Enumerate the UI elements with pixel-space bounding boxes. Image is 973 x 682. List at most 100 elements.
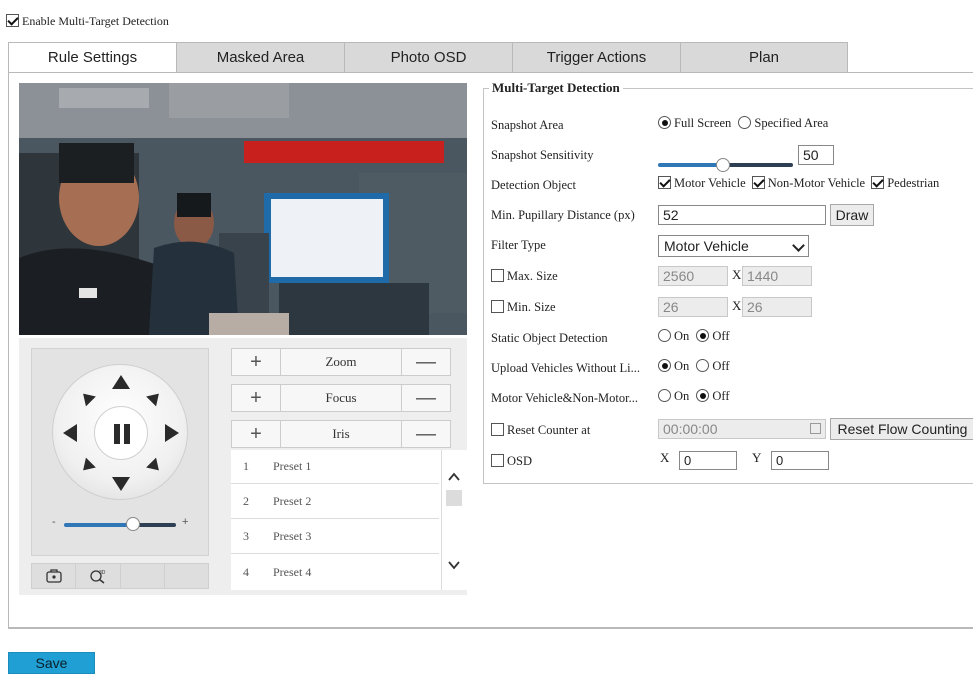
tab-masked-area[interactable]: Masked Area bbox=[176, 42, 344, 73]
specified-area-radio[interactable] bbox=[738, 116, 752, 129]
speed-track[interactable] bbox=[64, 523, 176, 527]
motor-nonmotor-on-label: On bbox=[674, 389, 690, 403]
list-item[interactable]: 3 Preset 3 bbox=[231, 520, 439, 554]
ptz-control-panel: - + 3D + Zoom — + Focus — + Iris — 1 Pre… bbox=[19, 338, 467, 595]
motor-vehicle-checkbox[interactable] bbox=[658, 176, 671, 189]
arrow-right-icon[interactable] bbox=[165, 424, 179, 442]
detection-object-options: Motor Vehicle Non-Motor Vehicle Pedestri… bbox=[658, 176, 939, 191]
detection-object-label: Detection Object bbox=[491, 178, 577, 192]
list-item[interactable]: 4 Preset 4 bbox=[231, 555, 439, 589]
arrow-up-left-icon[interactable] bbox=[78, 388, 96, 407]
upload-vehicles-on-radio[interactable] bbox=[658, 359, 671, 372]
min-size-height-field[interactable]: 26 bbox=[742, 297, 812, 317]
preset-name: Preset 3 bbox=[273, 529, 312, 543]
tab-photo-osd[interactable]: Photo OSD bbox=[344, 42, 512, 73]
ptz-speed-slider[interactable]: - + bbox=[52, 514, 202, 534]
filter-type-select[interactable]: Motor Vehicle bbox=[658, 235, 809, 257]
full-screen-radio[interactable] bbox=[658, 116, 671, 129]
motor-nonmotor-on-radio[interactable] bbox=[658, 389, 671, 402]
camera-lock-icon bbox=[45, 569, 62, 583]
osd-x-field[interactable]: 0 bbox=[679, 451, 737, 470]
max-size-row: Max. Size bbox=[491, 269, 558, 284]
max-size-width-field[interactable]: 2560 bbox=[658, 266, 728, 286]
enable-multi-target-row[interactable]: Enable Multi-Target Detection bbox=[6, 14, 169, 29]
max-size-checkbox[interactable] bbox=[491, 269, 504, 282]
pedestrian-label: Pedestrian bbox=[887, 176, 940, 190]
static-object-off-label: Off bbox=[712, 329, 730, 343]
ptz-tool-empty-2[interactable] bbox=[163, 563, 209, 589]
preset-name: Preset 2 bbox=[273, 494, 312, 508]
sensitivity-value-field[interactable]: 50 bbox=[798, 145, 834, 165]
osd-y-field[interactable]: 0 bbox=[771, 451, 829, 470]
camera-lock-button[interactable] bbox=[31, 563, 76, 589]
enable-multi-target-checkbox[interactable] bbox=[6, 14, 19, 27]
draw-button[interactable]: Draw bbox=[830, 204, 874, 226]
upload-vehicles-off-label: Off bbox=[712, 359, 730, 373]
zoom-3d-icon: 3D bbox=[90, 570, 106, 584]
pupillary-distance-field[interactable]: 52 bbox=[658, 205, 826, 225]
pedestrian-checkbox[interactable] bbox=[871, 176, 885, 189]
tab-rule-settings[interactable]: Rule Settings bbox=[8, 42, 176, 73]
motor-nonmotor-label: Motor Vehicle&Non-Motor... bbox=[491, 391, 638, 405]
reset-time-field[interactable]: 00:00:00 bbox=[658, 419, 826, 439]
arrow-left-icon[interactable] bbox=[63, 424, 77, 442]
focus-out-button[interactable]: — bbox=[401, 384, 451, 412]
static-object-off-radio[interactable] bbox=[696, 329, 710, 342]
osd-x-label: X bbox=[660, 450, 670, 465]
arrow-down-icon[interactable] bbox=[112, 477, 130, 491]
osd-label: OSD bbox=[507, 454, 533, 468]
zoom-in-button[interactable]: + bbox=[231, 348, 281, 376]
filter-type-value: Motor Vehicle bbox=[664, 238, 749, 254]
filter-type-label: Filter Type bbox=[491, 238, 546, 252]
list-item[interactable]: 2 Preset 2 bbox=[231, 485, 439, 519]
reset-time-value: 00:00:00 bbox=[663, 421, 718, 437]
max-size-height-field[interactable]: 1440 bbox=[742, 266, 812, 286]
save-button[interactable]: Save bbox=[8, 652, 95, 674]
arrow-down-right-icon[interactable] bbox=[146, 457, 164, 476]
list-item[interactable]: 1 Preset 1 bbox=[231, 450, 439, 484]
zoom-3d-button[interactable]: 3D bbox=[75, 563, 120, 589]
focus-in-button[interactable]: + bbox=[231, 384, 281, 412]
reset-counter-row: Reset Counter at bbox=[491, 423, 590, 438]
non-motor-vehicle-checkbox[interactable] bbox=[751, 176, 765, 189]
osd-checkbox[interactable] bbox=[491, 454, 504, 467]
min-size-label: Min. Size bbox=[507, 300, 556, 314]
snapshot-sensitivity-label: Snapshot Sensitivity bbox=[491, 148, 594, 162]
static-object-options: On Off bbox=[658, 329, 730, 344]
motor-nonmotor-off-label: Off bbox=[712, 389, 730, 403]
arrow-up-icon[interactable] bbox=[112, 375, 130, 389]
ptz-joystick[interactable] bbox=[52, 364, 188, 500]
full-screen-label: Full Screen bbox=[674, 116, 732, 130]
static-object-on-radio[interactable] bbox=[658, 329, 671, 342]
min-size-checkbox[interactable] bbox=[491, 300, 504, 313]
min-size-x-label: X bbox=[732, 298, 742, 313]
min-size-width-field[interactable]: 26 bbox=[658, 297, 728, 317]
scrollbar-arrows-icon bbox=[446, 472, 462, 570]
reset-flow-counting-button[interactable]: Reset Flow Counting bbox=[830, 418, 973, 440]
chevron-down-icon bbox=[792, 239, 805, 252]
preset-scrollbar[interactable] bbox=[441, 450, 465, 590]
ptz-direction-box: - + bbox=[31, 348, 209, 556]
preset-list: 1 Preset 1 2 Preset 2 3 Preset 3 4 Preset 4 bbox=[231, 450, 467, 590]
arrow-down-left-icon[interactable] bbox=[78, 457, 96, 476]
tab-plan[interactable]: Plan bbox=[680, 42, 848, 73]
static-object-on-label: On bbox=[674, 329, 690, 343]
multi-target-detection-group: Multi-Target Detection Snapshot Area Ful… bbox=[483, 80, 973, 484]
arrow-up-right-icon[interactable] bbox=[146, 388, 164, 407]
pause-icon[interactable] bbox=[94, 406, 148, 460]
upload-vehicles-label: Upload Vehicles Without Li... bbox=[491, 361, 641, 375]
iris-open-button[interactable]: + bbox=[231, 420, 281, 448]
upload-vehicles-off-radio[interactable] bbox=[696, 359, 710, 372]
iris-close-button[interactable]: — bbox=[401, 420, 451, 448]
ptz-tool-empty-1[interactable] bbox=[119, 563, 164, 589]
sensitivity-slider-thumb[interactable] bbox=[716, 158, 730, 172]
pupillary-distance-label: Min. Pupillary Distance (px) bbox=[491, 208, 635, 222]
reset-counter-checkbox[interactable] bbox=[491, 423, 504, 436]
speed-thumb[interactable] bbox=[126, 517, 140, 531]
tab-trigger-actions[interactable]: Trigger Actions bbox=[512, 42, 680, 73]
live-video-view[interactable] bbox=[19, 83, 467, 335]
zoom-out-button[interactable]: — bbox=[401, 348, 451, 376]
motor-nonmotor-off-radio[interactable] bbox=[696, 389, 710, 402]
clock-icon[interactable] bbox=[810, 423, 821, 434]
snapshot-area-label: Snapshot Area bbox=[491, 118, 564, 132]
